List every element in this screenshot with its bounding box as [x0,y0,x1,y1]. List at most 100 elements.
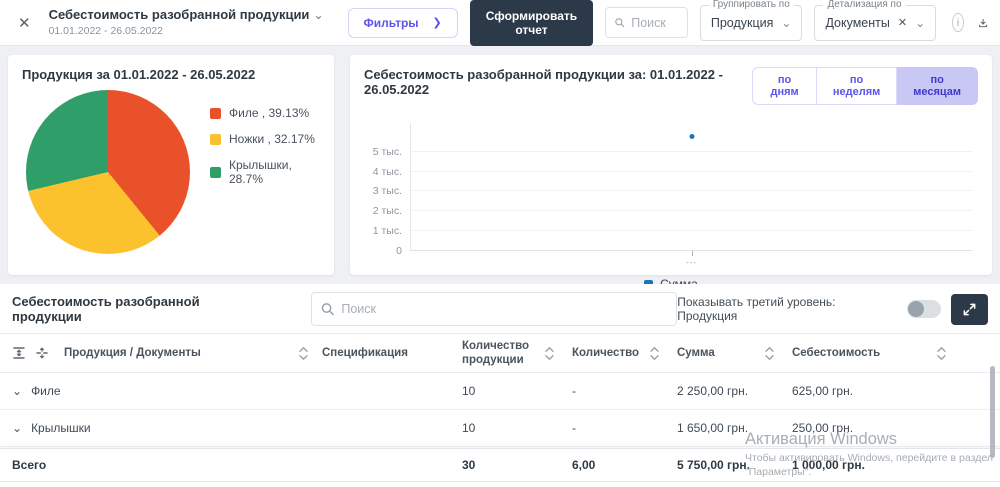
y-tick-label: 4 тыс. [373,167,402,177]
column-header[interactable]: Себестоимость [792,346,880,360]
data-point[interactable] [689,134,694,139]
gridline [411,250,972,251]
scrollbar[interactable] [990,366,995,458]
gridline [411,210,972,211]
table-header: Продукция / Документы Спецификация Колич… [0,333,1000,373]
sort-icon[interactable] [650,346,659,361]
column-header[interactable]: Количество продукции [462,339,540,368]
arrow-right-icon: ❯ [433,16,442,29]
legend-item[interactable]: Ножки , 32.17% [210,132,320,146]
footer-sum: 5 750,00 грн. [677,458,792,472]
table-title: Себестоимость разобранной продукции [12,294,271,324]
detail-by-select[interactable]: Детализация по Документы ✕ ⌄ [814,5,936,41]
y-axis-labels: 01 тыс.2 тыс.3 тыс.4 тыс.5 тыс. [364,123,410,251]
legend-label: Крылышки, 28.7% [229,158,320,186]
group-by-value: Продукция [711,16,774,30]
row-qty-prod: 10 [462,384,572,398]
tab-by-days[interactable]: по дням [752,67,817,105]
x-tick-label: --- [686,258,697,267]
legend-swatch [210,108,221,119]
gridline [411,151,972,152]
footer-qty: 6,00 [572,458,677,472]
pie-panel: Продукция за 01.01.2022 - 26.05.2022 Фил… [8,55,334,275]
tab-by-months[interactable]: по месяцам [897,67,978,105]
y-tick-label: 5 тыс. [373,147,402,157]
table-search-input[interactable] [341,302,668,316]
y-tick-label: 1 тыс. [373,226,402,236]
collapse-all-icon[interactable] [12,346,26,360]
date-range[interactable]: 01.01.2022 - 26.05.2022 [49,25,324,37]
third-level-label: Показывать третий уровень: Продукция [677,295,897,323]
gridline [411,230,972,231]
footer-qty-prod: 30 [462,458,572,472]
legend-label: Филе , 39.13% [229,106,309,120]
row-cost: 625,00 грн. [792,384,988,398]
legend-swatch [210,134,221,145]
chevron-down-icon[interactable]: ⌄ [915,16,925,30]
legend-item[interactable]: Крылышки, 28.7% [210,158,320,186]
line-chart: 01 тыс.2 тыс.3 тыс.4 тыс.5 тыс. --- [364,123,978,251]
pie-legend: Филе , 39.13% Ножки , 32.17% Крылышки, 2… [210,106,320,254]
chevron-down-icon: ⌄ [313,8,323,22]
column-header[interactable]: Продукция / Документы [64,346,201,360]
charts-row: Продукция за 01.01.2022 - 26.05.2022 Фил… [8,55,992,275]
table-panel: Себестоимость разобранной продукции Пока… [0,284,1000,487]
y-tick-label: 2 тыс. [373,206,402,216]
close-icon[interactable]: ✕ [12,14,37,32]
group-by-select[interactable]: Группировать по Продукция ⌄ [700,5,803,41]
page-title: Себестоимость разобранной продукции [49,7,310,22]
row-qty: - [572,384,677,398]
table-row[interactable]: ⌄ Филе 10 - 2 250,00 грн. 625,00 грн. [0,373,1000,410]
search-icon [614,15,625,30]
y-tick-label: 0 [396,246,402,256]
gridline [411,190,972,191]
row-qty: - [572,421,677,435]
clear-icon[interactable]: ✕ [898,16,907,29]
detail-by-label: Детализация по [823,0,905,10]
footer-cost: 1 000,00 грн. [792,458,988,472]
legend-item[interactable]: Филе , 39.13% [210,106,320,120]
row-name: Филе [31,384,61,398]
sort-icon[interactable] [545,346,554,361]
topbar-search-input[interactable] [631,16,679,30]
filters-button[interactable]: Фильтры ❯ [348,8,458,38]
table-search[interactable] [311,292,677,326]
row-sum: 2 250,00 грн. [677,384,792,398]
pie-chart[interactable] [26,90,190,254]
tab-by-weeks[interactable]: по неделям [817,67,897,105]
generate-report-button[interactable]: Сформировать отчет [470,0,593,46]
row-name: Крылышки [31,421,91,435]
column-header[interactable]: Сумма [677,346,715,360]
toggle-knob [908,301,924,317]
chevron-down-icon[interactable]: ⌄ [781,16,791,30]
column-header[interactable]: Спецификация [322,346,408,360]
download-icon[interactable] [978,14,988,32]
row-expand-icon[interactable]: ⌄ [12,421,22,435]
expand-all-icon[interactable] [35,346,49,360]
column-header[interactable]: Количество [572,346,639,360]
sort-icon[interactable] [937,346,946,361]
topbar: ✕ Себестоимость разобранной продукции⌄ 0… [0,0,1000,46]
sort-icon[interactable] [765,346,774,361]
plot-area: --- [410,123,972,251]
row-cost: 250,00 грн. [792,421,988,435]
fullscreen-button[interactable] [951,294,988,325]
cost-chart-panel: Себестоимость разобранной продукции за: … [350,55,992,275]
expand-icon [962,302,977,317]
table-footer-row: Всего 30 6,00 5 750,00 грн. 1 000,00 грн… [0,448,1000,482]
table-row[interactable]: ⌄ Крылышки 10 - 1 650,00 грн. 250,00 грн… [0,410,1000,447]
row-expand-icon[interactable]: ⌄ [12,384,22,398]
filters-label: Фильтры [364,16,419,30]
report-title-block[interactable]: Себестоимость разобранной продукции⌄ 01.… [49,8,324,37]
sort-icon[interactable] [299,346,308,361]
info-icon[interactable]: i [952,13,964,32]
pie-panel-title: Продукция за 01.01.2022 - 26.05.2022 [22,67,320,82]
y-tick-label: 3 тыс. [373,186,402,196]
row-sum: 1 650,00 грн. [677,421,792,435]
period-tabs: по дням по неделям по месяцам [752,67,978,105]
search-icon [320,301,335,317]
third-level-toggle[interactable] [907,300,941,318]
detail-by-value: Документы [825,16,889,30]
line-panel-title: Себестоимость разобранной продукции за: … [364,67,752,97]
topbar-search[interactable] [605,7,688,38]
